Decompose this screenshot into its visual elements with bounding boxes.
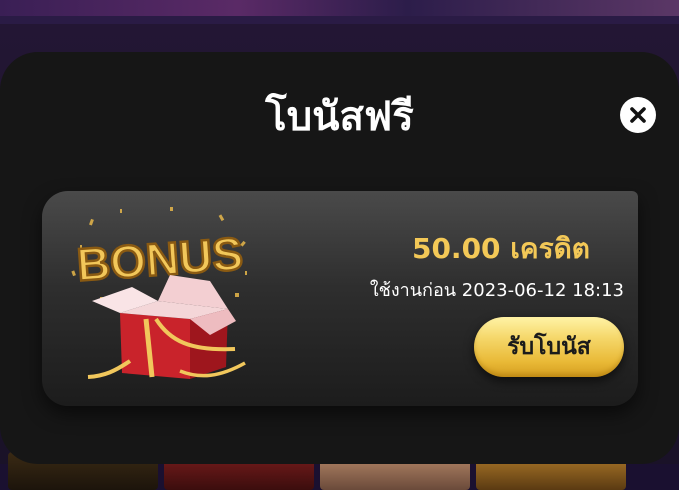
- free-bonus-modal: โบนัสฟรี BONUS 50.00 เครดิต ใช้งานก่อน 2…: [0, 52, 679, 464]
- claim-bonus-button[interactable]: รับโบนัส: [474, 317, 624, 377]
- modal-title: โบนัสฟรี: [265, 94, 414, 140]
- gift-box-icon: BONUS: [71, 207, 247, 379]
- close-icon: [630, 107, 646, 123]
- close-button[interactable]: [620, 97, 656, 133]
- bonus-card: BONUS 50.00 เครดิต ใช้งานก่อน 2023-06-12…: [42, 191, 638, 406]
- bonus-expiry: ใช้งานก่อน 2023-06-12 18:13: [369, 280, 624, 301]
- bonus-amount: 50.00 เครดิต: [411, 232, 590, 265]
- bonus-logo-text: BONUS: [75, 227, 244, 290]
- background-game-strip: [0, 0, 679, 24]
